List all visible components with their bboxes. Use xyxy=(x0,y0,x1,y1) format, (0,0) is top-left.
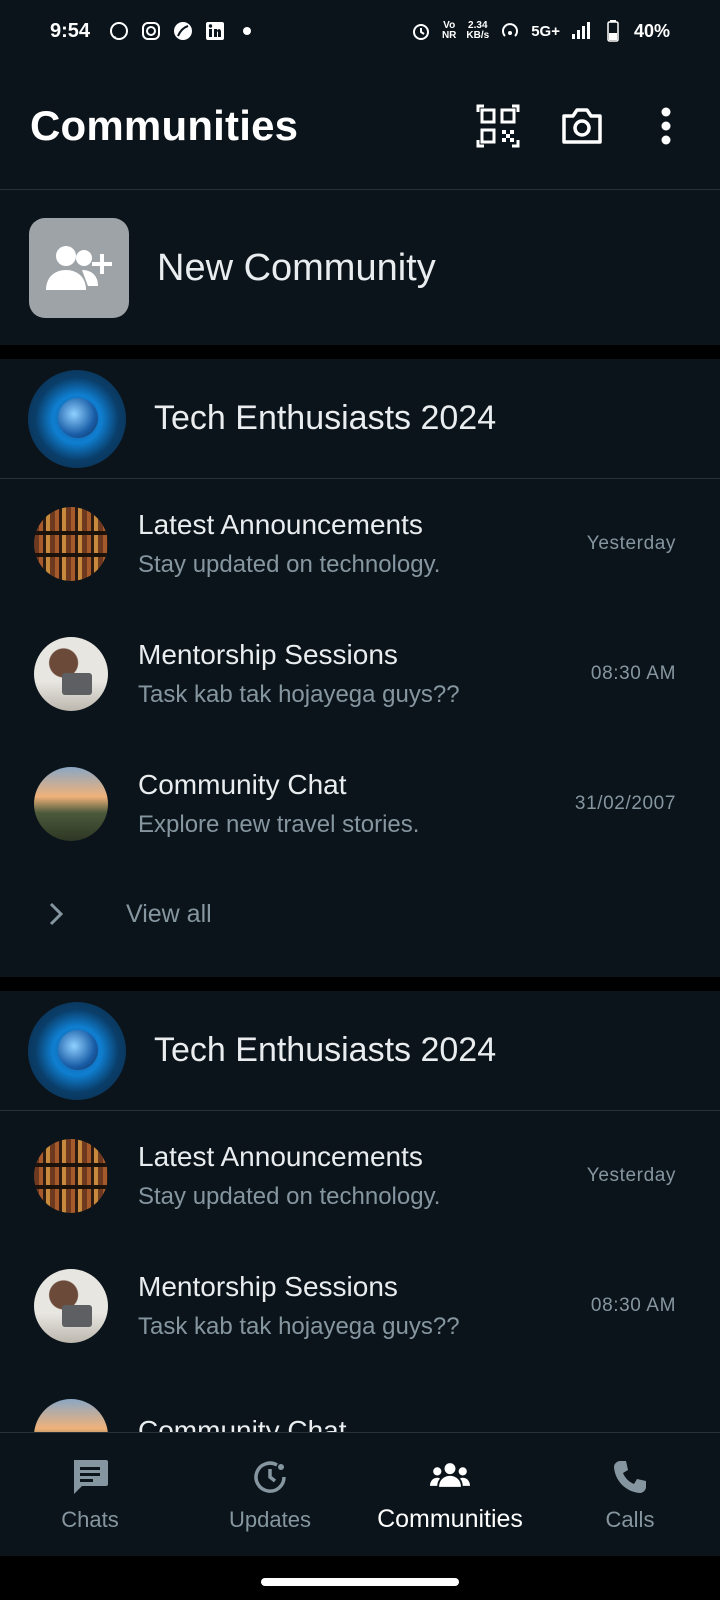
group-title: Latest Announcements xyxy=(138,509,423,540)
battery-percent: 40% xyxy=(633,20,670,41)
section-divider xyxy=(0,977,720,991)
group-row[interactable]: Latest Announcements Stay updated on tec… xyxy=(0,479,720,609)
view-all-button[interactable]: View all xyxy=(0,869,720,959)
community-avatar xyxy=(28,1001,126,1100)
signal-icon xyxy=(570,20,592,42)
group-title: Latest Announcements xyxy=(138,1141,423,1172)
group-row[interactable]: Mentorship Sessions Task kab tak hojayeg… xyxy=(0,609,720,739)
new-community-label: New Community xyxy=(157,246,436,289)
status-bar: 9:54 Vo NR 2.34 KB/s 5G+ 40% xyxy=(0,0,720,62)
group-title: Mentorship Sessions xyxy=(138,639,398,670)
group-time: 31/02/2007 xyxy=(574,793,676,814)
group-avatar xyxy=(34,767,108,841)
group-row[interactable]: Community Chat xyxy=(0,1371,720,1432)
network-speed-unit: KB/s xyxy=(466,30,490,41)
group-title: Mentorship Sessions xyxy=(138,1271,398,1302)
community-avatar xyxy=(28,369,126,468)
chevron-right-icon xyxy=(49,902,64,926)
more-vert-icon xyxy=(661,107,671,144)
top-app-bar: Communities xyxy=(0,62,720,190)
hotspot-icon xyxy=(499,20,521,42)
volte-icon: Vo NR xyxy=(441,20,457,41)
group-last-message: Task kab tak hojayega guys?? xyxy=(138,1313,460,1340)
group-avatar xyxy=(34,1399,108,1432)
system-gesture-area xyxy=(0,1556,720,1600)
group-avatar xyxy=(34,1269,108,1343)
network-type: 5G+ xyxy=(531,22,560,40)
more-options-button[interactable] xyxy=(642,102,690,150)
group-title: Community Chat xyxy=(138,769,347,800)
new-community-tile xyxy=(29,218,129,318)
app-bar-actions xyxy=(474,102,690,150)
battery-icon xyxy=(602,20,624,42)
home-gesture-bar[interactable] xyxy=(261,1578,459,1586)
group-time: 08:30 AM xyxy=(590,663,676,684)
group-last-message: Explore new travel stories. xyxy=(138,811,420,838)
linkedin-icon xyxy=(204,20,226,42)
nav-chats-label: Chats xyxy=(61,1506,119,1532)
status-right: Vo NR 2.34 KB/s 5G+ 40% xyxy=(410,20,670,42)
group-last-message: Stay updated on technology. xyxy=(138,1183,441,1210)
status-time: 9:54 xyxy=(50,19,91,42)
whatsapp-icon xyxy=(108,20,130,42)
communities-icon xyxy=(430,1455,470,1495)
group-avatar xyxy=(34,507,108,581)
community-header[interactable]: Tech Enthusiasts 2024 xyxy=(0,991,720,1111)
nav-calls[interactable]: Calls xyxy=(540,1433,720,1556)
nav-chats[interactable]: Chats xyxy=(0,1433,180,1556)
group-row[interactable]: Community Chat Explore new travel storie… xyxy=(0,739,720,869)
community-card: Tech Enthusiasts 2024 Latest Announcemen… xyxy=(0,359,720,959)
section-divider xyxy=(0,345,720,359)
community-name: Tech Enthusiasts 2024 xyxy=(154,1031,497,1069)
group-time: 08:30 AM xyxy=(590,1295,676,1316)
camera-button[interactable] xyxy=(558,102,606,150)
group-title: Community Chat xyxy=(138,1415,347,1432)
qr-code-icon xyxy=(476,104,520,147)
group-last-message: Task kab tak hojayega guys?? xyxy=(138,681,460,708)
dot-icon xyxy=(236,20,258,42)
view-all-label: View all xyxy=(126,899,212,928)
group-time: Yesterday xyxy=(586,1165,676,1186)
bottom-navigation: Chats Updates Communities Calls xyxy=(0,1432,720,1556)
community-header[interactable]: Tech Enthusiasts 2024 xyxy=(0,359,720,479)
group-row[interactable]: Mentorship Sessions Task kab tak hojayeg… xyxy=(0,1241,720,1371)
nav-updates-label: Updates xyxy=(229,1506,311,1532)
group-avatar xyxy=(34,637,108,711)
page-title: Communities xyxy=(30,101,299,149)
group-last-message: Stay updated on technology. xyxy=(138,551,441,578)
add-group-icon xyxy=(46,246,112,290)
group-time: Yesterday xyxy=(586,533,676,554)
alarm-icon xyxy=(410,20,432,42)
nav-updates[interactable]: Updates xyxy=(180,1433,360,1556)
network-speed: 2.34 KB/s xyxy=(466,21,489,41)
instagram-icon xyxy=(140,20,162,42)
leaf-icon xyxy=(172,20,194,42)
community-name: Tech Enthusiasts 2024 xyxy=(154,399,497,437)
new-community-button[interactable]: New Community xyxy=(0,191,720,345)
camera-icon xyxy=(562,107,602,144)
nav-communities[interactable]: Communities xyxy=(360,1433,540,1556)
chat-icon xyxy=(70,1457,110,1497)
notification-icons xyxy=(108,20,258,42)
group-avatar xyxy=(34,1139,108,1213)
nav-communities-label: Communities xyxy=(377,1505,523,1533)
nav-calls-label: Calls xyxy=(605,1506,655,1532)
phone-icon xyxy=(610,1457,650,1497)
qr-code-button[interactable] xyxy=(474,102,522,150)
group-row[interactable]: Latest Announcements Stay updated on tec… xyxy=(0,1111,720,1241)
community-card: Tech Enthusiasts 2024 Latest Announcemen… xyxy=(0,991,720,1432)
updates-icon xyxy=(250,1457,290,1497)
